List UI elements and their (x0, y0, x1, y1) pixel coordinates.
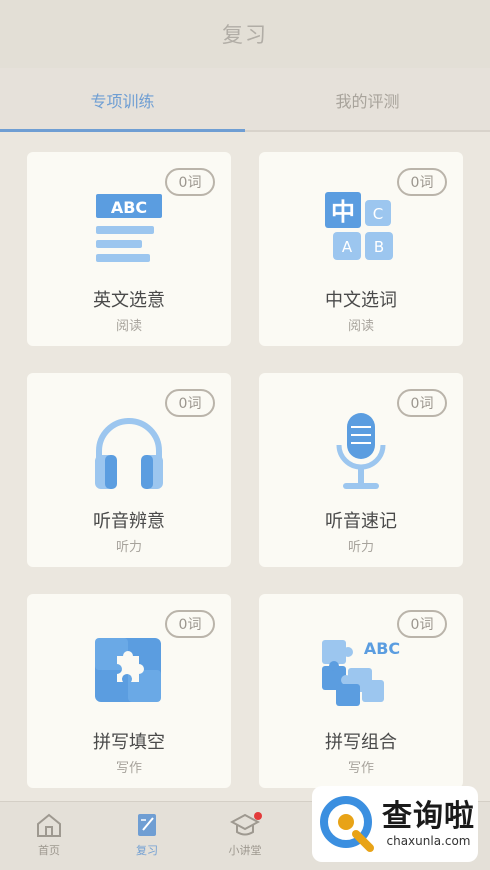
card-chinese-choose-word[interactable]: 0词 中 C A B 中文选词 阅读 (259, 152, 463, 346)
microphone-icon (331, 411, 391, 497)
svg-text:ABC: ABC (364, 639, 400, 658)
card-title: 听音速记 (325, 511, 397, 532)
nav-home[interactable]: 首页 (0, 802, 98, 870)
card-subtitle: 写作 (115, 761, 142, 776)
svg-text:A: A (342, 238, 353, 256)
card-listen-discern-meaning[interactable]: 0词 听音辨意 听力 (27, 373, 231, 567)
nav-label: 小讲堂 (228, 844, 262, 857)
card-subtitle: 阅读 (115, 319, 142, 334)
review-icon (138, 814, 156, 836)
card-listen-dictation[interactable]: 0词 听音速记 听力 (259, 373, 463, 567)
word-count-badge: 0词 (397, 389, 447, 417)
watermark-url: chaxunla.com (386, 834, 471, 848)
nav-label: 首页 (38, 844, 60, 857)
card-subtitle: 阅读 (347, 319, 374, 334)
card-title: 英文选意 (93, 290, 165, 311)
word-count-badge: 0词 (397, 168, 447, 196)
watermark: 查询啦 chaxunla.com (312, 786, 478, 862)
app-header: 复习 (0, 0, 490, 68)
card-spelling-fill-blank[interactable]: 0词 拼写填空 写作 (27, 594, 231, 788)
svg-text:C: C (373, 205, 383, 223)
card-title: 拼写组合 (325, 732, 397, 753)
tab-special-training[interactable]: 专项训练 (0, 68, 245, 132)
watermark-cn: 查询啦 (382, 799, 475, 834)
card-subtitle: 听力 (115, 540, 142, 555)
notification-dot (254, 812, 262, 820)
card-spelling-combine[interactable]: 0词 ABC 拼写组合 写作 (259, 594, 463, 788)
card-subtitle: 听力 (347, 540, 374, 555)
svg-text:B: B (374, 238, 384, 256)
word-count-badge: 0词 (397, 610, 447, 638)
card-english-choose-meaning[interactable]: 0词 ABC 英文选意 阅读 (27, 152, 231, 346)
tab-my-assessment[interactable]: 我的评测 (245, 68, 490, 132)
nav-label: 复习 (136, 844, 158, 857)
watermark-logo-icon (320, 796, 374, 852)
card-title: 听音辨意 (93, 511, 165, 532)
home-icon (37, 813, 61, 837)
card-title: 拼写填空 (93, 732, 165, 753)
nav-lecture[interactable]: 小讲堂 (196, 802, 294, 870)
word-count-badge: 0词 (165, 168, 215, 196)
page-title: 复习 (222, 23, 268, 47)
chinese-abc-blocks-icon: 中 C A B (323, 190, 399, 270)
tab-bar: 专项训练 我的评测 (0, 68, 490, 132)
nav-review[interactable]: 复习 (98, 802, 196, 870)
svg-text:ABC: ABC (111, 198, 147, 217)
headphones-icon (91, 411, 167, 495)
word-count-badge: 0词 (165, 389, 215, 417)
svg-text:中: 中 (331, 198, 355, 226)
card-title: 中文选词 (325, 290, 397, 311)
abc-text-icon: ABC (94, 190, 164, 270)
puzzle-square-icon (93, 632, 165, 708)
tab-divider (245, 130, 490, 132)
card-subtitle: 写作 (347, 761, 374, 776)
word-count-badge: 0词 (165, 610, 215, 638)
puzzle-abc-icon: ABC (318, 632, 404, 712)
